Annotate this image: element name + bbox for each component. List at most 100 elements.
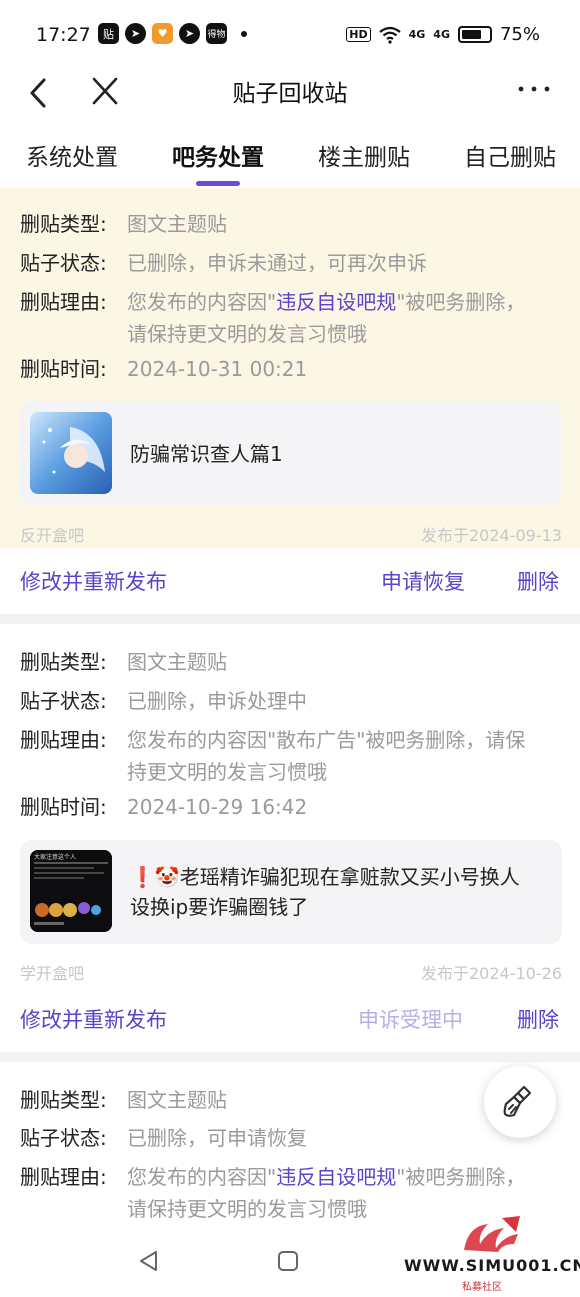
tab-system[interactable]: 系统处置 <box>26 138 118 172</box>
delete-type-value: 图文主题贴 <box>127 212 227 236</box>
reason-text: 您发布的内容因" <box>127 290 277 314</box>
delete-time-row: 删贴时间: 2024-10-29 16:42 <box>20 791 307 823</box>
deleted-post-card: 删贴类型: 图文主题贴 贴子状态: 已删除，申诉未通过，可再次申诉 删贴理由: … <box>0 188 580 548</box>
restore-request-button[interactable]: 申请恢复 <box>381 566 465 596</box>
telegram-icon: ➤ <box>179 23 200 44</box>
watermark-text: WWW.SIMU001.CN <box>404 1256 580 1275</box>
clean-button[interactable] <box>484 1066 556 1138</box>
hd-icon: HD <box>346 27 371 42</box>
nav-bar: 贴子回收站 <box>0 66 580 122</box>
appeal-processing-button: 申诉受理中 <box>358 1008 463 1032</box>
card-divider <box>0 1052 580 1062</box>
post-title: ❗🤡老瑶精诈骗犯现在拿赃款又买小号换人 设换ip要诈骗圈钱了 <box>130 840 550 944</box>
tab-owner-deleted[interactable]: 楼主删贴 <box>318 138 410 172</box>
post-title-line: 设换ip要诈骗圈钱了 <box>130 895 309 919</box>
delete-type-label: 删贴类型: <box>20 650 107 674</box>
delete-type-row: 删贴类型: 图文主题贴 <box>20 208 227 240</box>
reason-text: 请保持更文明的发言习惯哦 <box>127 322 367 346</box>
delete-type-row: 删贴类型: 图文主题贴 <box>20 646 227 678</box>
tab-indicator <box>196 181 240 186</box>
card-actions: 修改并重新发布 申诉受理中 删除 <box>0 986 580 1052</box>
signal-4g-icon: 4G <box>408 28 426 41</box>
tab-bar: 系统处置 吧务处置 楼主删贴 自己删贴 <box>0 128 580 188</box>
post-status-label: 贴子状态: <box>20 689 107 713</box>
reason-text: "被吧务删除， <box>396 1165 526 1189</box>
watermark-subtext: 私募社区 <box>462 1282 502 1293</box>
delete-type-label: 删贴类型: <box>20 1088 107 1112</box>
post-preview[interactable]: 防骗常识查人篇1 <box>20 402 562 506</box>
post-thumbnail <box>30 850 112 932</box>
deleted-post-card: 删贴类型: 图文主题贴 贴子状态: 已删除，申诉处理中 删贴理由: 您发布的内容… <box>0 624 580 986</box>
reason-text: "被吧务删除， <box>396 290 526 314</box>
delete-reason-row: 删贴理由: 您发布的内容因"散布广告"被吧务删除，请保 持更文明的发言习惯哦 <box>20 724 525 788</box>
post-preview[interactable]: 大家注意这个人 ❗🤡老瑶精诈骗犯现在拿赃款又买小号换人 设换ip要诈骗圈钱了 <box>20 840 562 944</box>
delete-reason-label: 删贴理由: <box>20 1165 107 1189</box>
delete-reason-value: 您发布的内容因"违反自设吧规"被吧务删除， 请保持更文明的发言习惯哦 <box>127 286 525 350</box>
post-status-label: 贴子状态: <box>20 1126 107 1150</box>
battery-percent: 75% <box>499 24 540 45</box>
heart-app-icon: ♥ <box>152 23 173 44</box>
reason-text: 您发布的内容因" <box>127 1165 277 1189</box>
edit-republish-button[interactable]: 修改并重新发布 <box>20 1004 167 1034</box>
post-status-row: 贴子状态: 已删除，申诉未通过，可再次申诉 <box>20 247 427 279</box>
watermark-logo: WWW.SIMU001.CN 私募社区 <box>404 1212 580 1293</box>
page-title: 贴子回收站 <box>232 81 348 107</box>
nav-back-triangle-icon[interactable] <box>136 1248 162 1274</box>
delete-type-value: 图文主题贴 <box>127 650 227 674</box>
reason-text: 您发布的内容因"散布广告"被吧务删除，请保 <box>127 728 526 752</box>
rule-link[interactable]: 违反自设吧规 <box>276 290 396 314</box>
tieba-app-icon: 贴 <box>98 23 119 44</box>
signal-4g-icon: 4G <box>433 28 450 41</box>
telegram-icon: ➤ <box>125 23 146 44</box>
anime-thumbnail-image <box>30 412 112 494</box>
delete-reason-label: 删贴理由: <box>20 728 107 752</box>
delete-time-value: 2024-10-29 16:42 <box>127 795 308 819</box>
delete-time-value: 2024-10-31 00:21 <box>127 357 308 381</box>
post-title-line: ❗🤡老瑶精诈骗犯现在拿赃款又买小号换人 <box>130 865 520 889</box>
publish-date: 发布于2024-10-26 <box>421 964 562 983</box>
delete-reason-label: 删贴理由: <box>20 290 107 314</box>
post-thumbnail <box>30 412 112 494</box>
publish-date: 发布于2024-09-13 <box>421 526 562 545</box>
notification-icons: 贴 ➤ ♥ ➤ 得物 <box>98 23 247 44</box>
delete-button[interactable]: 删除 <box>517 566 559 596</box>
battery-icon <box>457 26 492 43</box>
more-notifications-dot <box>241 30 247 37</box>
delete-button[interactable]: 删除 <box>517 1004 559 1034</box>
delete-type-row: 删贴类型: 图文主题贴 <box>20 1084 227 1116</box>
system-status: HD 4G 4G 75% <box>346 24 540 45</box>
delete-type-label: 删贴类型: <box>20 212 107 236</box>
card-actions: 修改并重新发布 申请恢复 删除 <box>0 548 580 614</box>
delete-time-label: 删贴时间: <box>20 795 107 819</box>
post-status-value: 已删除，可申请恢复 <box>127 1126 307 1150</box>
dewu-app-icon: 得物 <box>206 23 227 44</box>
delete-time-row: 删贴时间: 2024-10-31 00:21 <box>20 353 307 385</box>
status-bar: 17:27 贴 ➤ ♥ ➤ 得物 HD 4G 4G 75% <box>0 0 580 66</box>
watermark-emblem <box>464 1216 520 1252</box>
delete-reason-value: 您发布的内容因"散布广告"被吧务删除，请保 持更文明的发言习惯哦 <box>127 724 525 788</box>
delete-time-label: 删贴时间: <box>20 357 107 381</box>
post-status-row: 贴子状态: 已删除，申诉处理中 <box>20 685 307 717</box>
card-divider <box>0 614 580 624</box>
edit-republish-button[interactable]: 修改并重新发布 <box>20 566 167 596</box>
broom-icon <box>503 1085 532 1117</box>
tab-moderator[interactable]: 吧务处置 <box>172 138 264 172</box>
delete-reason-row: 删贴理由: 您发布的内容因"违反自设吧规"被吧务删除， 请保持更文明的发言习惯哦 <box>20 286 525 350</box>
more-icon[interactable] <box>516 74 552 104</box>
wifi-icon <box>378 26 401 44</box>
post-status-row: 贴子状态: 已删除，可申请恢复 <box>20 1122 307 1154</box>
home-square-icon[interactable] <box>276 1249 300 1273</box>
post-status-label: 贴子状态: <box>20 251 107 275</box>
screenshot-thumbnail-image <box>30 850 112 932</box>
forum-name[interactable]: 反开盒吧 <box>20 522 84 546</box>
rule-link[interactable]: 违反自设吧规 <box>276 1165 396 1189</box>
status-time: 17:27 <box>36 24 91 46</box>
tab-self-deleted[interactable]: 自己删贴 <box>464 138 556 172</box>
reason-text: 持更文明的发言习惯哦 <box>127 760 327 784</box>
post-status-value: 已删除，申诉未通过，可再次申诉 <box>127 251 427 275</box>
forum-name[interactable]: 学开盒吧 <box>20 960 84 984</box>
post-status-value: 已删除，申诉处理中 <box>127 689 307 713</box>
battery-fill <box>461 30 482 39</box>
reason-text: 请保持更文明的发言习惯哦 <box>127 1197 367 1221</box>
post-title: 防骗常识查人篇1 <box>130 442 283 466</box>
